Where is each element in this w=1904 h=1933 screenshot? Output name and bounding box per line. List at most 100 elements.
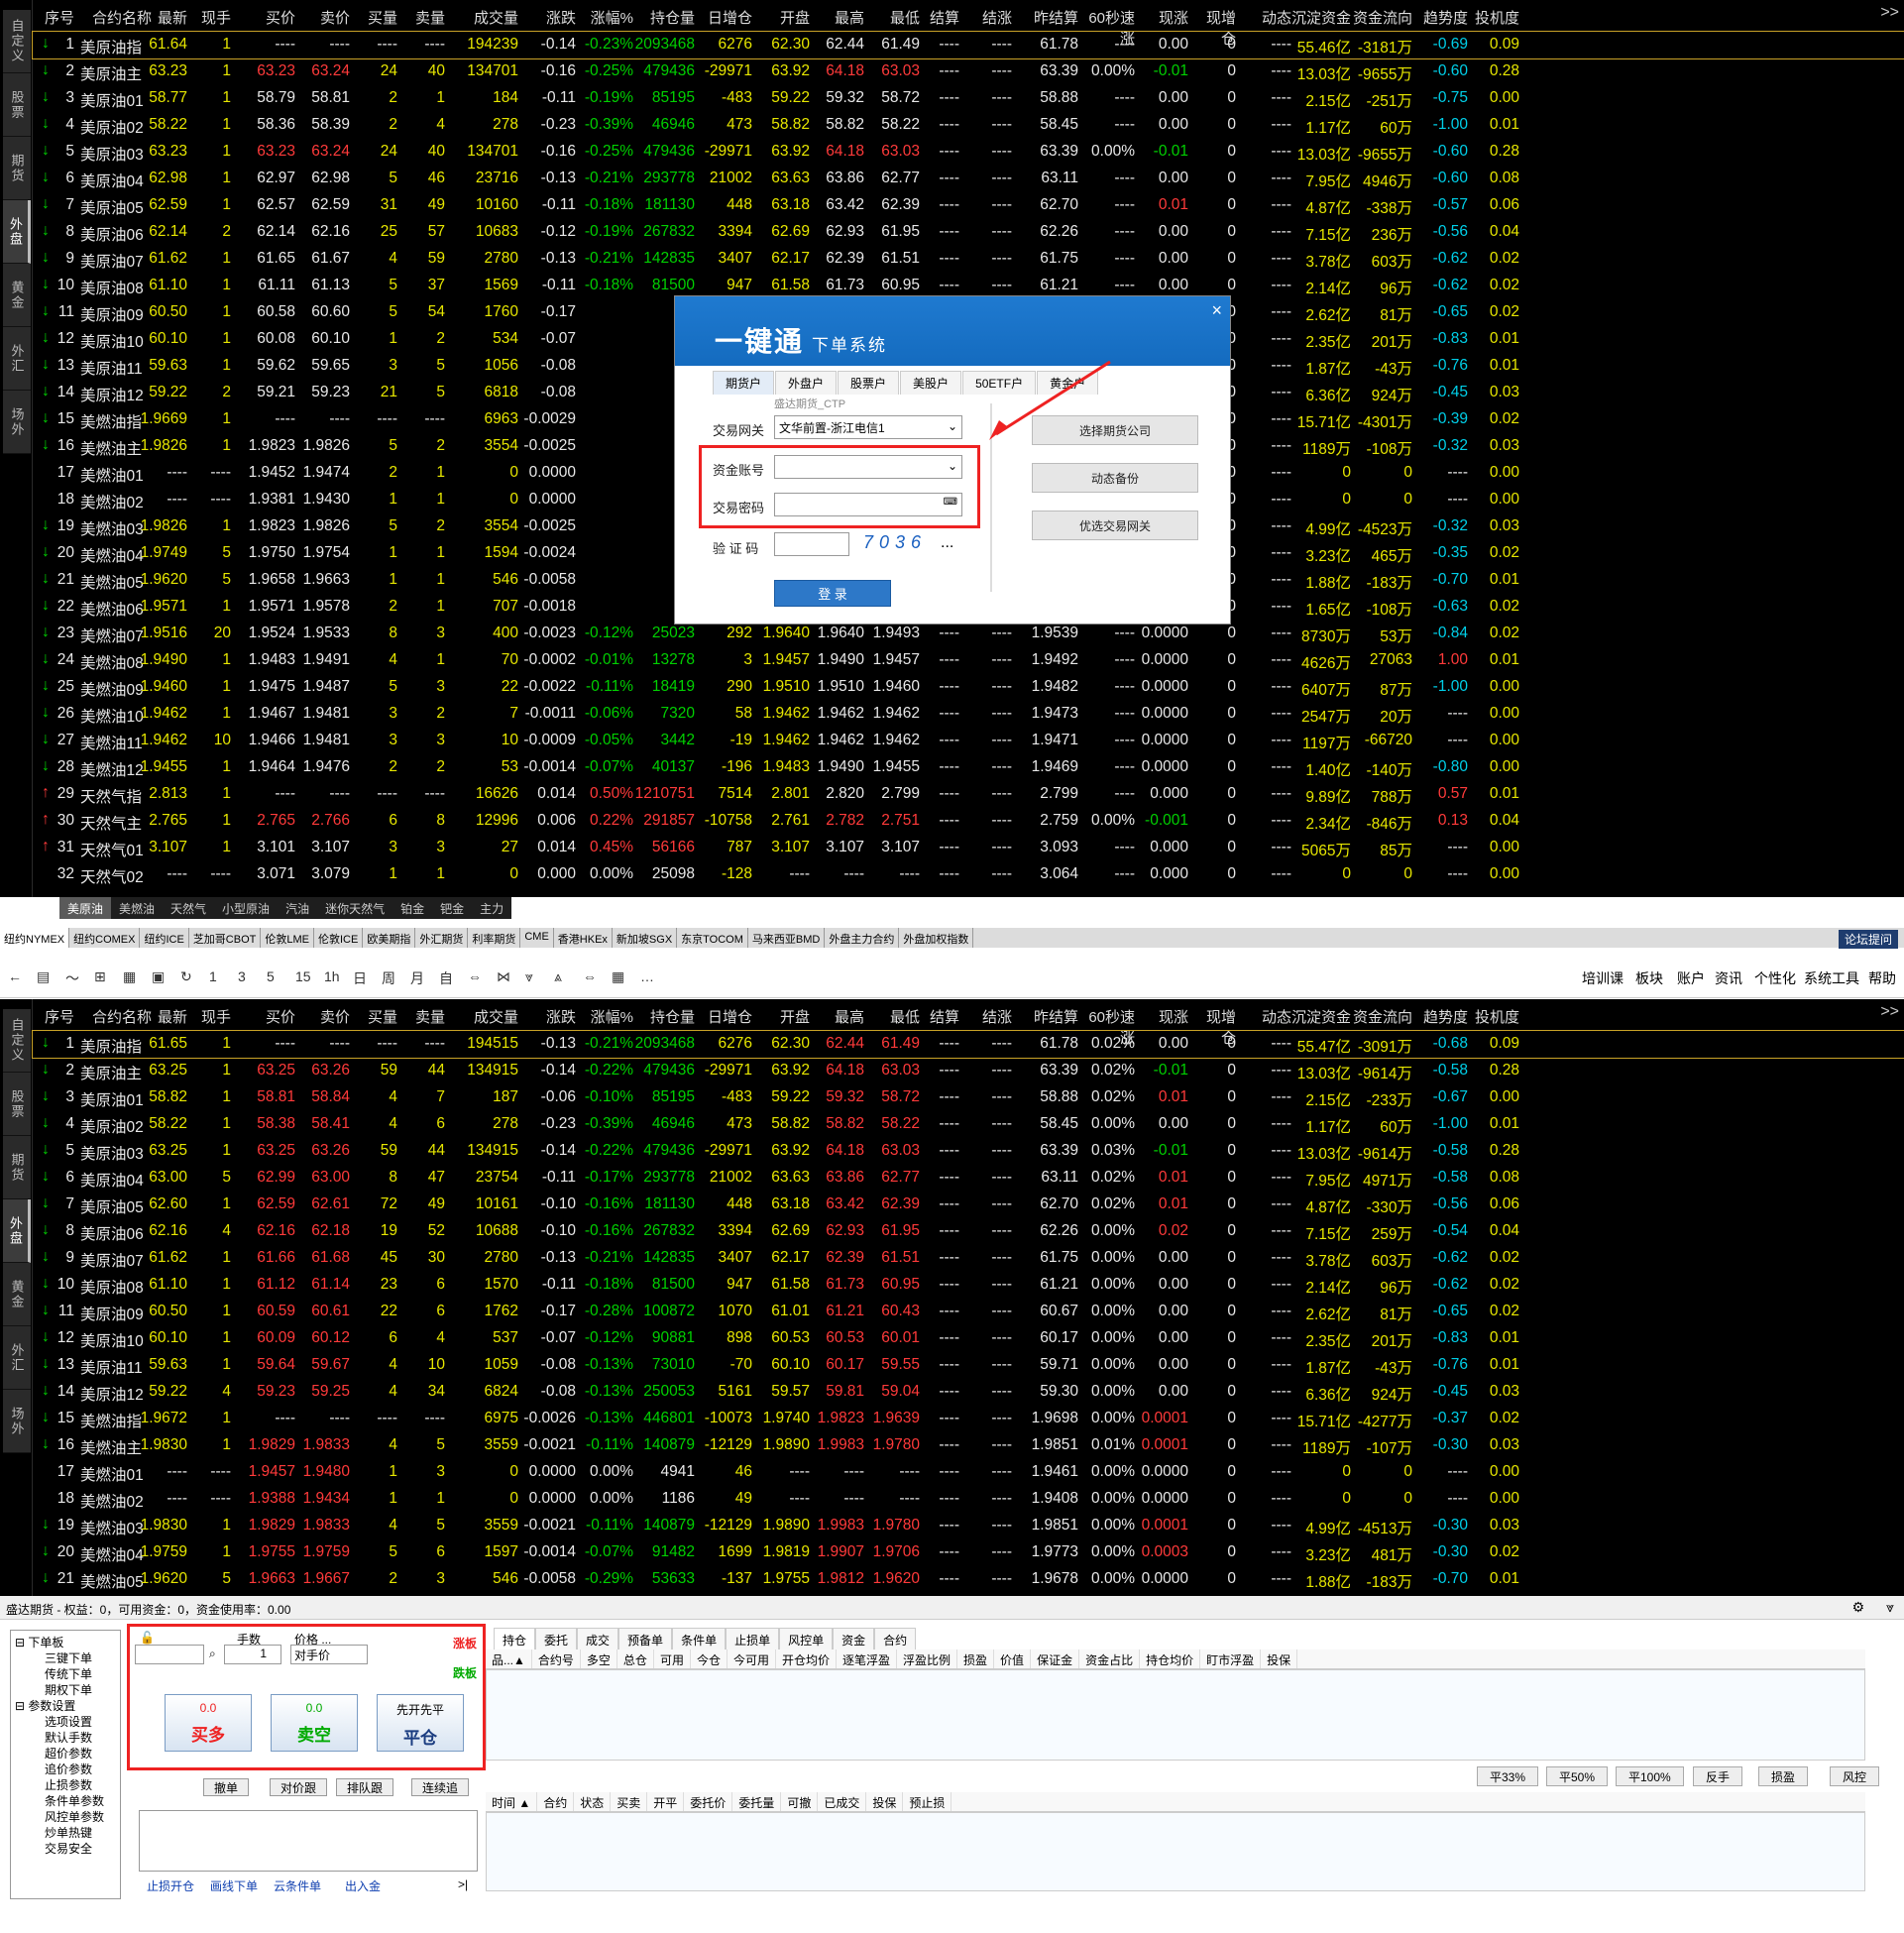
toolbar-tool[interactable]: 1h (324, 968, 340, 984)
col-header[interactable]: 持仓量 (633, 7, 695, 28)
forum-button[interactable]: 论坛提问 (1838, 930, 1898, 949)
close-icon[interactable]: × (1211, 300, 1222, 321)
sub-tab[interactable]: 美燃油 (111, 897, 163, 919)
toolbar-tool[interactable]: 日 (353, 968, 367, 988)
col-header[interactable]: 最新 (128, 7, 187, 28)
exchange-tab[interactable]: CME (520, 928, 554, 948)
toolbar-tool[interactable]: ↻ (180, 968, 192, 985)
side-tab[interactable]: 股票 (3, 73, 31, 137)
col-header[interactable]: 买卖 (611, 1792, 648, 1811)
col-header[interactable]: 总仓 (617, 1649, 654, 1668)
contract-input[interactable] (135, 1645, 204, 1664)
col-header[interactable]: 逐笔浮盈 (837, 1649, 898, 1668)
position-action-button[interactable]: 反手 (1693, 1766, 1743, 1786)
collapse-icon[interactable]: ⩔ (1886, 1599, 1894, 1616)
price-input[interactable]: 对手价 (290, 1645, 368, 1664)
toolbar-tool[interactable]: ⊞ (94, 968, 106, 985)
captcha-image[interactable]: 7036 (863, 532, 927, 553)
exchange-tab[interactable]: 东京TOCOM (677, 928, 748, 948)
position-tab[interactable]: 合约 (874, 1628, 917, 1651)
toolbar-tool[interactable]: ⩓ (554, 968, 562, 985)
toolbar-tool[interactable]: 3 (238, 968, 246, 984)
col-header[interactable]: 持仓量 (633, 1006, 695, 1027)
col-header[interactable]: 品...▲ (486, 1649, 532, 1668)
side-tab[interactable]: 期货 (3, 137, 31, 200)
exchange-tab[interactable]: 芝加哥CBOT (189, 928, 262, 948)
col-header[interactable]: 最新 (128, 1006, 187, 1027)
table-row[interactable]: ↓ 8 美原油06 62.14 2 62.14 62.16 25 57 10683 -0.12 -0.… (33, 219, 1904, 246)
tree-item[interactable]: 期权下单 (15, 1682, 116, 1698)
col-header[interactable]: 现手 (191, 7, 231, 28)
toolbar-tool[interactable]: 月 (410, 968, 424, 988)
refresh-captcha[interactable]: ... (941, 534, 953, 552)
table-row[interactable]: 18 美燃油02 ---- ---- 1.9388 1.9434 1 1 0 0.0000 0.00… (33, 1486, 1904, 1513)
col-header[interactable]: 现手 (191, 1006, 231, 1027)
table-row[interactable]: ↓ 14 美原油12 59.22 4 59.23 59.25 4 34 6824 -0.08 -0.1… (33, 1379, 1904, 1406)
exchange-tab[interactable]: 新加坡SGX (613, 928, 678, 948)
tree-item[interactable]: 传统下单 (15, 1666, 116, 1682)
col-header[interactable]: 最低 (865, 1006, 920, 1027)
sell-short-button[interactable]: 0.0 卖空 (271, 1694, 358, 1752)
col-header[interactable]: 序号 (35, 1006, 74, 1027)
order-action-button[interactable]: 排队跟 (336, 1778, 394, 1796)
col-header[interactable]: 买价 (236, 1006, 295, 1027)
toolbar-tool[interactable]: ⩔ (525, 968, 533, 985)
position-tab[interactable]: 预备单 (618, 1628, 673, 1651)
col-header[interactable]: 最低 (865, 7, 920, 28)
col-header[interactable]: 买量 (358, 7, 397, 28)
table-row[interactable]: ↓ 2 美原油主 63.25 1 63.25 63.26 59 44 134915 -0.14 -0.… (33, 1058, 1904, 1084)
col-header[interactable]: 成交量 (449, 7, 518, 28)
col-header[interactable]: 动态 (1242, 7, 1291, 28)
table-row[interactable]: ↓ 7 美原油05 62.60 1 62.59 62.61 72 49 10161 -0.10 -0.… (33, 1192, 1904, 1218)
exchange-tab[interactable]: 外盘加权指数 (899, 928, 974, 948)
limit-up-label[interactable]: 涨板 (453, 1635, 477, 1651)
table-row[interactable]: ↓ 1 美原油指 61.64 1 ---- ---- ---- ---- 194239 -0.14-… (32, 31, 1904, 59)
col-header[interactable]: 结算 (920, 1006, 959, 1027)
position-action-button[interactable]: 平50% (1546, 1766, 1609, 1786)
side-tab[interactable]: 黄金 (3, 264, 31, 327)
col-header[interactable]: 结算 (920, 7, 959, 28)
tree-item[interactable]: ⊟ 参数设置 (15, 1698, 116, 1714)
exchange-tab[interactable]: 欧美期指 (363, 928, 416, 948)
exchange-tab[interactable]: 伦敦ICE (314, 928, 364, 948)
col-header[interactable]: 投保 (1261, 1649, 1298, 1668)
col-header[interactable]: 最高 (810, 1006, 864, 1027)
tree-item[interactable]: ⊟ 下单板 (15, 1635, 116, 1650)
table-row[interactable]: ↓ 24 美燃油08 1.9490 1 1.9483 1.9491 4 1 70 -0.0002 -0… (33, 647, 1904, 674)
table-row[interactable]: ↓ 25 美燃油09 1.9460 1 1.9475 1.9487 5 3 22 -0.0022 -0… (33, 674, 1904, 701)
col-header[interactable]: 卖量 (405, 1006, 445, 1027)
side-tab[interactable]: 黄金 (3, 1263, 31, 1326)
position-action-button[interactable]: 平33% (1477, 1766, 1539, 1786)
toolbar-tool[interactable]: ⇔ (468, 968, 482, 984)
tree-item[interactable]: 默认手数 (15, 1730, 116, 1746)
exchange-tab[interactable]: 外汇期货 (415, 928, 469, 948)
table-row[interactable]: ↓ 1 美原油指 61.65 1 ---- ---- ---- ---- 194515 -0.13-… (32, 1030, 1904, 1059)
exchange-tab[interactable]: 纽约ICE (140, 928, 189, 948)
table-row[interactable]: ↓ 7 美原油05 62.59 1 62.57 62.59 31 49 10160 -0.11 -0.… (33, 192, 1904, 219)
col-header[interactable]: 合约号 (532, 1649, 581, 1668)
sub-tab[interactable]: 汽油 (278, 897, 317, 919)
position-action-button[interactable]: 平100% (1616, 1766, 1684, 1786)
table-row[interactable]: ↓ 9 美原油07 61.62 1 61.66 61.68 45 30 2780 -0.13 -0.2… (33, 1245, 1904, 1272)
table-row[interactable]: ↓ 23 美燃油07 1.9516 20 1.9524 1.9533 8 3 400 -0.0023… (33, 621, 1904, 647)
col-header[interactable]: 资金占比 (1079, 1649, 1141, 1668)
col-header[interactable]: 预止损 (903, 1792, 952, 1811)
col-header[interactable]: 涨跌 (521, 1006, 576, 1027)
sub-tab[interactable]: 主力 (472, 897, 511, 919)
table-row[interactable]: 32 天然气02 ---- ---- 3.071 3.079 1 1 0 0.000 0.00% 25… (33, 861, 1904, 888)
bottom-link[interactable]: 云条件单 (274, 1877, 321, 1894)
account-tab[interactable]: 股票户 (838, 371, 900, 395)
side-tab[interactable]: 自定义 (3, 1009, 31, 1073)
toolbar-tool[interactable]: ⋈ (497, 968, 510, 985)
table-row[interactable]: ↑ 30 天然气主 2.765 1 2.765 2.766 6 8 12996 0.006 0.22%… (33, 808, 1904, 835)
table-row[interactable]: ↓ 20 美燃油04 1.9759 1 1.9755 1.9759 5 6 1597 -0.0014… (33, 1539, 1904, 1566)
position-tab[interactable]: 风控单 (779, 1628, 834, 1651)
col-header[interactable]: 日增仓 (695, 1006, 752, 1027)
login-button[interactable]: 登 录 (774, 580, 891, 607)
table-row[interactable]: ↓ 11 美原油09 60.50 1 60.59 60.61 22 6 1762 -0.17 -0.2… (33, 1299, 1904, 1325)
side-tab[interactable]: 外盘 (3, 1199, 31, 1263)
exchange-tab[interactable]: 马来西亚BMD (748, 928, 826, 948)
col-header[interactable]: 涨跌 (521, 7, 576, 28)
keyboard-icon[interactable]: ⌨ (944, 497, 957, 508)
sub-tab[interactable]: 钯金 (432, 897, 472, 919)
